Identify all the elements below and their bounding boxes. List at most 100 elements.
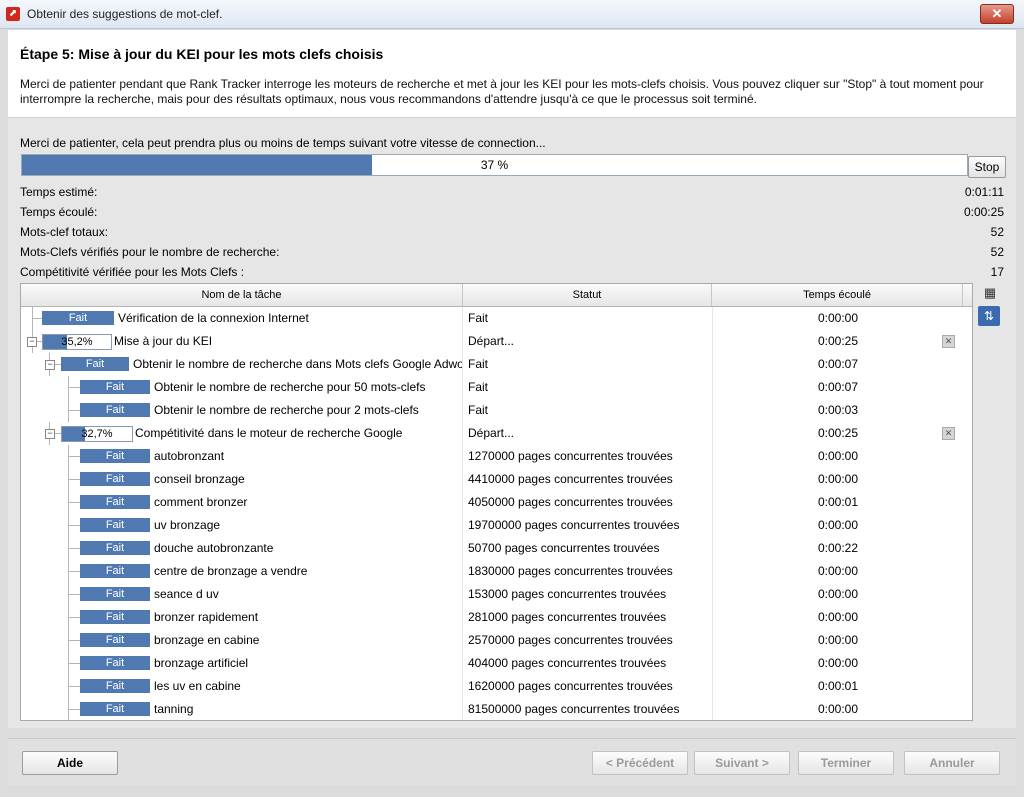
tree-connector [68,525,80,526]
table-row[interactable]: Fait centre de bronzage a vendre 1830000 p… [21,560,972,583]
task-status: 4050000 pages concurrentes trouvées [462,491,711,514]
stat-label: Temps écoulé: [20,205,98,219]
task-progress-bar: Fait [80,564,150,578]
task-name: uv bronzage [154,518,221,532]
finish-button[interactable]: Terminer [798,751,894,775]
task-name: Obtenir le nombre de recherche pour 50 m… [154,380,426,394]
stat-label: Temps estimé: [20,185,98,199]
task-progress-bar: Fait [80,380,150,394]
stat-value: 0:01:11 [964,185,1004,199]
table-row[interactable]: Fait bronzage en cabine 2570000 pages conc… [21,629,972,652]
table-row[interactable]: Fait conseil bronzage 4410000 pages concur… [21,468,972,491]
table-row[interactable]: Fait tanning 81500000 pages concurrentes t… [21,698,972,720]
tree-connector [32,318,42,319]
table-row[interactable]: Fait comment bronzer 4050000 pages concurr… [21,491,972,514]
task-status: 1830000 pages concurrentes trouvées [462,560,711,583]
task-elapsed-time: 0:00:03 [712,399,963,422]
table-view-icon[interactable]: ▦ [982,286,998,300]
close-button[interactable]: ✕ [980,4,1014,24]
task-elapsed-time: 0:00:25 [712,330,963,353]
task-status: Fait [462,307,711,330]
stat-search-volume-checked: Mots-Clefs vérifiés pour le nombre de re… [20,245,1004,261]
table-row[interactable]: − 35,2% Mise à jour du KEI Départ... 0:00:25… [21,330,972,353]
previous-button[interactable]: < Précédent [592,751,688,775]
table-row[interactable]: Fait Obtenir le nombre de recherche pour … [21,399,972,422]
task-elapsed-time: 0:00:00 [712,514,963,537]
cancel-task-icon[interactable]: ✕ [942,335,955,348]
table-row[interactable]: Fait bronzage artificiel 404000 pages conc… [21,652,972,675]
stat-estimated-time: Temps estimé: 0:01:11 [20,185,1004,201]
task-status: 1270000 pages concurrentes trouvées [462,445,711,468]
table-row[interactable]: Fait bronzer rapidement 281000 pages concu… [21,606,972,629]
table-row[interactable]: − 32,7% Compétitivité dans le moteur de re… [21,422,972,445]
main-content: Merci de patienter, cela peut prendra pl… [8,118,1016,728]
tree-connector [68,537,69,560]
task-elapsed-time: 0:00:00 [712,445,963,468]
tree-connector [68,663,80,664]
task-progress-bar: 32,7% [61,426,133,442]
task-progress-bar: Fait [80,587,150,601]
cancel-task-icon[interactable]: ✕ [942,427,955,440]
next-button[interactable]: Suivant > [694,751,790,775]
cancel-button[interactable]: Annuler [904,751,1000,775]
column-header-time[interactable]: Temps écoulé [712,284,963,306]
task-progress-bar: Fait [80,610,150,624]
task-elapsed-time: 0:00:01 [712,491,963,514]
task-elapsed-time: 0:00:00 [712,583,963,606]
task-name: seance d uv [154,587,219,601]
collapse-icon[interactable]: − [45,360,55,370]
tree-connector [68,686,80,687]
task-progress-bar: Fait [80,495,150,509]
collapse-icon[interactable]: − [27,337,37,347]
table-row[interactable]: Fait autobronzant 1270000 pages concurrent… [21,445,972,468]
task-table: Nom de la tâche Statut Temps écoulé Fait… [20,283,973,721]
task-status: 404000 pages concurrentes trouvées [462,652,711,675]
stat-value: 17 [990,265,1004,279]
table-row[interactable]: Fait seance d uv 153000 pages concurrentes… [21,583,972,606]
table-row[interactable]: Fait douche autobronzante 50700 pages conc… [21,537,972,560]
tree-connector [68,514,69,537]
task-name: comment bronzer [154,495,248,509]
task-name: tanning [154,702,194,716]
task-elapsed-time: 0:00:00 [712,652,963,675]
task-progress-bar: Fait [80,679,150,693]
task-elapsed-time: 0:00:00 [712,468,963,491]
task-progress-bar: Fait [80,472,150,486]
stat-label: Compétitivité vérifiée pour les Mots Cle… [20,265,245,279]
task-elapsed-time: 0:00:00 [712,307,963,330]
task-progress-bar: 35,2% [42,334,112,350]
task-elapsed-time: 0:00:00 [712,606,963,629]
task-name: Obtenir le nombre de recherche pour 2 mo… [154,403,419,417]
task-progress-label: 35,2% [61,336,93,348]
table-row[interactable]: Fait Vérification de la connexion Interne… [21,307,972,330]
stat-value: 0:00:25 [963,205,1004,219]
tree-connector [68,640,80,641]
title-bar: ⬈ Obtenir des suggestions de mot-clef. ✕ [0,0,1024,29]
task-status: Fait [462,399,711,422]
column-settings-icon[interactable]: ⇅ [978,306,1000,326]
task-progress-bar: Fait [42,311,114,325]
stat-value: 52 [990,225,1004,239]
collapse-icon[interactable]: − [45,429,55,439]
column-header-task[interactable]: Nom de la tâche [21,284,463,306]
task-progress-bar: Fait [80,702,150,716]
task-name: Obtenir le nombre de recherche dans Mots… [133,357,462,371]
help-button[interactable]: Aide [22,751,118,775]
tree-connector [68,617,80,618]
stop-button[interactable]: Stop [968,156,1006,178]
vertical-scrollbar[interactable] [972,307,973,720]
wizard-footer: Aide < Précédent Suivant > Terminer Annu… [8,738,1016,785]
page-title: Étape 5: Mise à jour du KEI pour les mot… [20,46,384,62]
task-status: Fait [462,376,711,399]
table-row[interactable]: Fait Obtenir le nombre de recherche pour … [21,376,972,399]
task-elapsed-time: 0:00:07 [712,376,963,399]
tree-connector [68,606,69,629]
table-row[interactable]: Fait les uv en cabine 1620000 pages concur… [21,675,972,698]
task-status: 50700 pages concurrentes trouvées [462,537,711,560]
task-name: bronzage artificiel [154,656,249,670]
task-name: Vérification de la connexion Internet [118,311,309,325]
step-description: Merci de patienter pendant que Rank Trac… [20,77,984,106]
table-row[interactable]: Fait uv bronzage 19700000 pages concurrent… [21,514,972,537]
table-row[interactable]: − Fait Obtenir le nombre de recherche dans… [21,353,972,376]
column-header-status[interactable]: Statut [463,284,712,306]
